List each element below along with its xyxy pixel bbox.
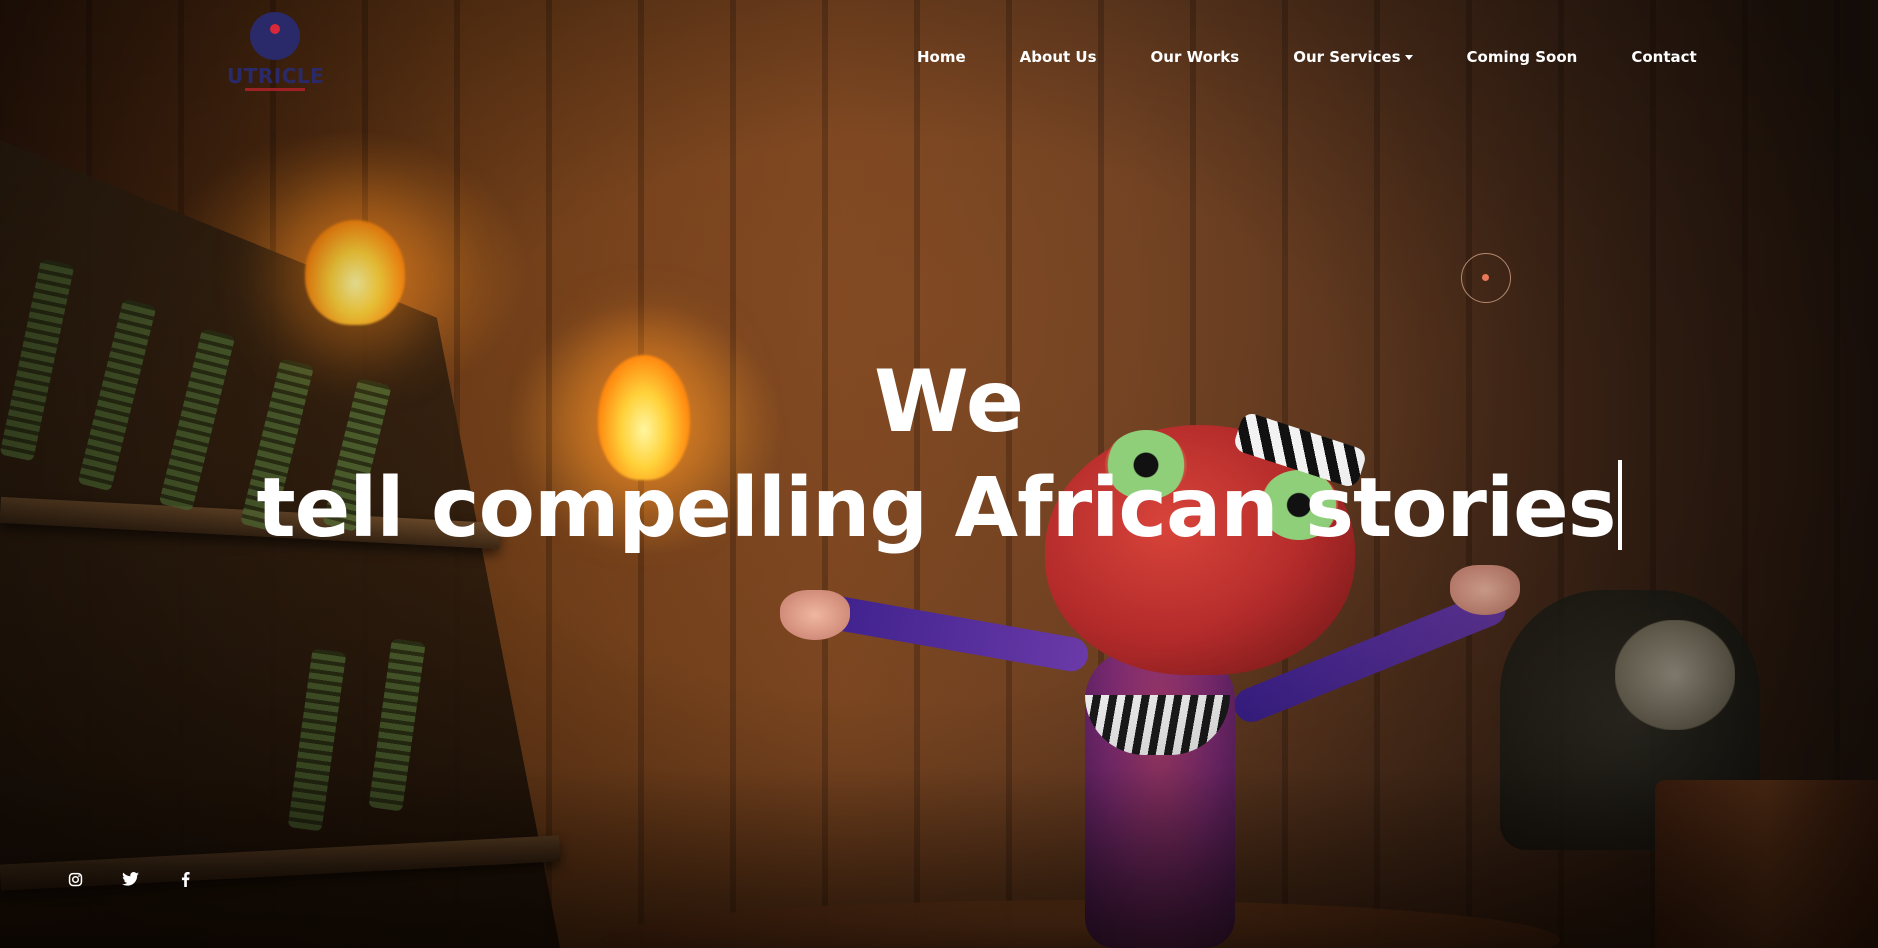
twitter-link[interactable] (117, 866, 143, 892)
instagram-icon (68, 872, 82, 886)
typing-cursor (1617, 460, 1622, 550)
utricle-logo-icon (248, 10, 302, 60)
headline-line-2: tell compelling African stories (0, 454, 1878, 564)
floor-shadow (0, 768, 1878, 948)
nav-our-works-label: Our Works (1150, 48, 1240, 66)
custom-cursor-dot (1482, 274, 1489, 281)
twitter-icon (121, 872, 139, 886)
nav-about-us-label: About Us (1019, 48, 1097, 66)
social-links (62, 866, 227, 892)
nav-contact[interactable]: Contact (1631, 46, 1696, 68)
instagram-link[interactable] (62, 866, 88, 892)
facebook-icon (181, 871, 190, 887)
typed-text: tell compelling African stories (256, 461, 1616, 556)
nav-about-us[interactable]: About Us (1020, 46, 1097, 68)
nav-home-label: Home (917, 48, 966, 66)
main-navigation: Home About Us Our Works Our Services Com… (917, 46, 1697, 68)
nav-contact-label: Contact (1631, 48, 1697, 66)
hero-section: UTRICLE Home About Us Our Works Our Serv… (0, 0, 1878, 948)
nav-our-services-label: Our Services (1293, 48, 1401, 66)
headline-line-1: We (873, 352, 1025, 452)
nav-our-services[interactable]: Our Services (1293, 46, 1413, 68)
facebook-link[interactable] (172, 866, 198, 892)
nav-our-works[interactable]: Our Works (1151, 46, 1240, 68)
hero-headline: We tell compelling African stories (0, 350, 1878, 564)
logo-text: UTRICLE (227, 64, 325, 88)
logo-underline (245, 88, 305, 91)
site-logo[interactable]: UTRICLE (227, 10, 325, 94)
nav-home[interactable]: Home (917, 46, 966, 68)
chevron-down-icon (1404, 54, 1413, 60)
nav-coming-soon-label: Coming Soon (1466, 48, 1578, 66)
nav-coming-soon[interactable]: Coming Soon (1467, 46, 1578, 68)
